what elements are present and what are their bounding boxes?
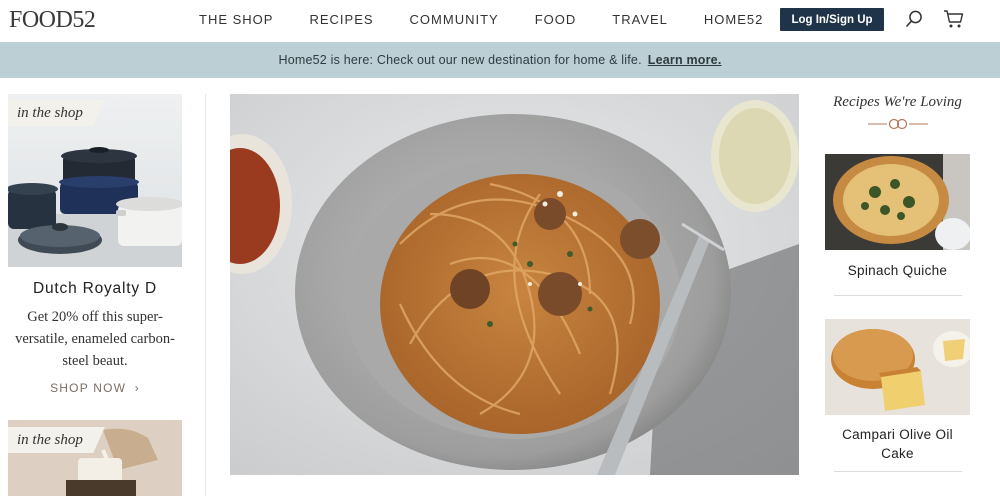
ornament-icon	[867, 118, 928, 130]
recipe-title[interactable]: Spinach Quiche	[825, 261, 970, 280]
hero-pasta-image[interactable]	[230, 94, 799, 475]
nav-item-home52[interactable]: HOME52	[704, 12, 763, 27]
nav-item-food[interactable]: FOOD	[535, 12, 577, 27]
banner-text: Home52 is here: Check out our new destin…	[278, 53, 642, 67]
recipe-divider	[833, 295, 962, 296]
shop-card-second[interactable]: in the shop	[8, 420, 182, 496]
food52-logo[interactable]: FOOD52	[9, 7, 96, 34]
nav-item-community[interactable]: COMMUNITY	[410, 12, 499, 27]
announcement-banner: Home52 is here: Check out our new destin…	[0, 42, 1000, 78]
chevron-right-icon: ›	[134, 381, 140, 395]
column-divider	[205, 94, 206, 496]
banner-learn-more-link[interactable]: Learn more.	[648, 53, 722, 67]
spaghetti-plate-illustration	[230, 94, 799, 475]
dutch-oven-product-image[interactable]: in the shop	[8, 94, 182, 267]
site-header: FOOD52 THE SHOP RECIPES COMMUNITY FOOD T…	[0, 0, 1000, 42]
shop-now-label: SHOP NOW	[50, 381, 127, 395]
search-icon[interactable]	[905, 10, 923, 28]
in-the-shop-tag: in the shop	[8, 100, 105, 126]
nav-item-the-shop[interactable]: THE SHOP	[199, 12, 273, 27]
cart-icon[interactable]	[943, 9, 964, 29]
cake-illustration	[825, 319, 970, 415]
nav-item-travel[interactable]: TRAVEL	[612, 12, 668, 27]
recipe-divider	[833, 471, 962, 472]
product-title[interactable]: Dutch Royalty D	[8, 280, 182, 298]
campari-cake-image[interactable]	[825, 319, 970, 415]
quiche-illustration	[825, 154, 970, 250]
recipe-title[interactable]: Campari Olive Oil Cake	[825, 425, 970, 463]
in-the-shop-tag: in the shop	[8, 427, 105, 453]
spinach-quiche-image[interactable]	[825, 154, 970, 250]
recipe-card[interactable]: Campari Olive Oil Cake	[825, 319, 970, 472]
recipe-card[interactable]: Spinach Quiche	[825, 154, 970, 296]
recipes-we-are-loving: Recipes We're Loving	[825, 94, 970, 131]
main-nav: THE SHOP RECIPES COMMUNITY FOOD TRAVEL H…	[199, 12, 799, 27]
nav-item-recipes[interactable]: RECIPES	[309, 12, 373, 27]
shop-now-link[interactable]: SHOP NOW ›	[8, 381, 182, 395]
shop-card[interactable]: in the shop Dutch Royalty D Get 20% off …	[8, 94, 182, 395]
product-description: Get 20% off this super-versatile, enamel…	[15, 309, 175, 369]
login-signup-button[interactable]: Log In/Sign Up	[780, 8, 884, 31]
shop-promo-column: in the shop Dutch Royalty D Get 20% off …	[8, 94, 182, 395]
section-heading: Recipes We're Loving	[833, 94, 962, 110]
